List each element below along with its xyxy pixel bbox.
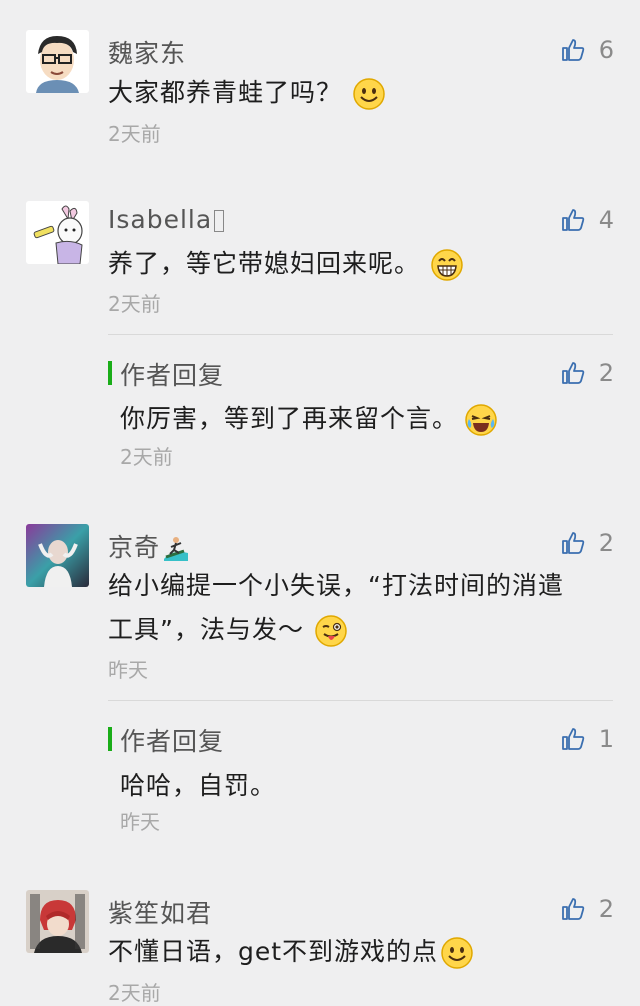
like-button[interactable]: 6 [561, 36, 614, 64]
thumbs-up-icon[interactable] [561, 38, 585, 62]
grin-emoji-icon [430, 248, 464, 282]
author-reply-text: 哈哈，自罚。 [120, 771, 277, 800]
author-reply-label: 作者回复 [120, 361, 225, 390]
thumbs-up-icon[interactable] [561, 531, 585, 555]
comment-text-content: 不懂日语，get不到游戏的点 [108, 937, 439, 966]
comment-text: 工具”，法与发～ [108, 608, 348, 652]
like-count: 6 [598, 36, 614, 64]
like-count: 1 [598, 725, 614, 753]
author-reply-marker [108, 361, 112, 385]
comment-text: 不懂日语，get不到游戏的点 [108, 930, 474, 974]
like-button[interactable]: 4 [561, 206, 614, 234]
avatar[interactable] [26, 890, 89, 953]
comment-text: 大家都养青蛙了吗？ [108, 71, 386, 115]
thumbs-up-icon[interactable] [561, 897, 585, 921]
author-reply-time: 昨天 [120, 810, 160, 834]
comment-time: 2天前 [108, 122, 161, 146]
unknown-glyph-icon [214, 210, 225, 232]
thumbs-up-icon[interactable] [561, 727, 585, 751]
reply-divider [108, 334, 613, 335]
comment-text-content: 大家都养青蛙了吗？ [108, 78, 343, 107]
like-count: 2 [598, 895, 614, 923]
comment-time: 昨天 [108, 658, 148, 682]
like-button[interactable]: 2 [561, 895, 614, 923]
commenter-name-text: Isabella [108, 205, 213, 234]
smile-emoji-icon [352, 77, 386, 111]
comment-text-content: 工具”，法与发～ [108, 615, 304, 644]
like-count: 4 [598, 206, 614, 234]
reply-divider [108, 700, 613, 701]
laugh-cry-emoji-icon [464, 403, 498, 437]
commenter-name: Isabella [108, 205, 225, 234]
author-reply-text-content: 你厉害，等到了再来留个言。 [120, 404, 459, 433]
like-count: 2 [598, 359, 614, 387]
wink-tongue-emoji-icon [314, 614, 348, 648]
like-count: 2 [598, 529, 614, 557]
comment-text: 给小编提一个小失误，“打法时间的消遣 [108, 571, 564, 600]
comment-text: 养了，等它带媳妇回来呢。 [108, 242, 464, 286]
like-button[interactable]: 2 [561, 359, 614, 387]
avatar[interactable] [26, 201, 89, 264]
avatar[interactable] [26, 30, 89, 93]
surfer-emoji-icon [162, 535, 190, 563]
commenter-name-text: 京奇 [108, 533, 161, 562]
author-reply-marker [108, 727, 112, 751]
like-button[interactable]: 2 [561, 529, 614, 557]
comment-text-content: 养了，等它带媳妇回来呢。 [108, 249, 421, 278]
commenter-name: 魏家东 [108, 39, 187, 68]
commenter-name: 紫笙如君 [108, 899, 213, 928]
smile-emoji-icon [440, 936, 474, 970]
author-reply-time: 2天前 [120, 445, 173, 469]
comment-time: 2天前 [108, 292, 161, 316]
comment-time: 2天前 [108, 981, 161, 1005]
thumbs-up-icon[interactable] [561, 361, 585, 385]
author-reply-label: 作者回复 [120, 727, 225, 756]
avatar[interactable] [26, 524, 89, 587]
commenter-name: 京奇 [108, 528, 190, 564]
author-reply-text: 你厉害，等到了再来留个言。 [120, 399, 498, 437]
like-button[interactable]: 1 [561, 725, 614, 753]
thumbs-up-icon[interactable] [561, 208, 585, 232]
